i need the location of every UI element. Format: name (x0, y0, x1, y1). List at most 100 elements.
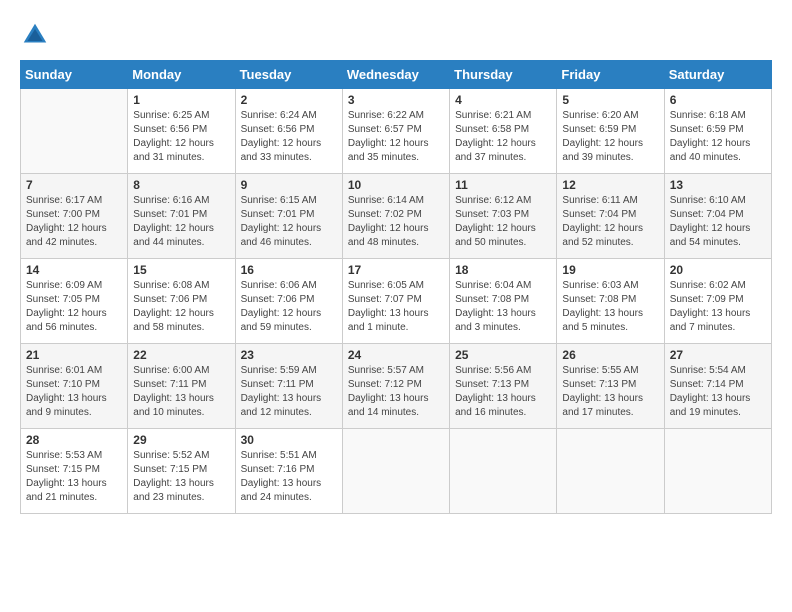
calendar-cell: 15 Sunrise: 6:08 AMSunset: 7:06 PMDayligh… (128, 259, 235, 344)
day-info: Sunrise: 5:59 AMSunset: 7:11 PMDaylight:… (241, 364, 337, 420)
day-number: 30 (241, 433, 337, 447)
day-number: 5 (562, 93, 658, 107)
calendar-cell: 14 Sunrise: 6:09 AMSunset: 7:05 PMDayligh… (21, 259, 128, 344)
day-number: 27 (670, 348, 766, 362)
day-number: 22 (133, 348, 229, 362)
day-info: Sunrise: 6:03 AMSunset: 7:08 PMDaylight:… (562, 279, 658, 335)
day-number: 3 (348, 93, 444, 107)
calendar-table: SundayMondayTuesdayWednesdayThursdayFrid… (20, 60, 772, 514)
calendar-cell: 8 Sunrise: 6:16 AMSunset: 7:01 PMDaylight… (128, 174, 235, 259)
calendar-cell: 9 Sunrise: 6:15 AMSunset: 7:01 PMDaylight… (235, 174, 342, 259)
header-day: Sunday (21, 61, 128, 89)
day-number: 2 (241, 93, 337, 107)
calendar-header: SundayMondayTuesdayWednesdayThursdayFrid… (21, 61, 772, 89)
day-info: Sunrise: 6:05 AMSunset: 7:07 PMDaylight:… (348, 279, 444, 335)
day-info: Sunrise: 6:14 AMSunset: 7:02 PMDaylight:… (348, 194, 444, 250)
day-number: 8 (133, 178, 229, 192)
day-info: Sunrise: 6:10 AMSunset: 7:04 PMDaylight:… (670, 194, 766, 250)
calendar-cell: 13Sunrise: 6:10 AMSunset: 7:04 PMDayligh… (664, 174, 771, 259)
calendar-cell: 24Sunrise: 5:57 AMSunset: 7:12 PMDayligh… (342, 344, 449, 429)
calendar-week-row: 28 Sunrise: 5:53 AMSunset: 7:15 PMDayligh… (21, 429, 772, 514)
calendar-cell (21, 89, 128, 174)
day-number: 16 (241, 263, 337, 277)
day-info: Sunrise: 5:53 AMSunset: 7:15 PMDaylight:… (26, 449, 122, 505)
day-info: Sunrise: 6:01 AMSunset: 7:10 PMDaylight:… (26, 364, 122, 420)
calendar-cell: 27Sunrise: 5:54 AMSunset: 7:14 PMDayligh… (664, 344, 771, 429)
calendar-cell: 10 Sunrise: 6:14 AMSunset: 7:02 PMDayligh… (342, 174, 449, 259)
calendar-cell (664, 429, 771, 514)
day-number: 29 (133, 433, 229, 447)
calendar-week-row: 1Sunrise: 6:25 AMSunset: 6:56 PMDaylight… (21, 89, 772, 174)
day-number: 19 (562, 263, 658, 277)
calendar-week-row: 21Sunrise: 6:01 AMSunset: 7:10 PMDayligh… (21, 344, 772, 429)
day-info: Sunrise: 6:15 AMSunset: 7:01 PMDaylight:… (241, 194, 337, 250)
calendar-cell: 17 Sunrise: 6:05 AMSunset: 7:07 PMDayligh… (342, 259, 449, 344)
day-info: Sunrise: 6:25 AMSunset: 6:56 PMDaylight:… (133, 109, 229, 165)
day-number: 10 (348, 178, 444, 192)
day-info: Sunrise: 6:11 AMSunset: 7:04 PMDaylight:… (562, 194, 658, 250)
calendar-cell: 12 Sunrise: 6:11 AMSunset: 7:04 PMDayligh… (557, 174, 664, 259)
day-info: Sunrise: 6:16 AMSunset: 7:01 PMDaylight:… (133, 194, 229, 250)
calendar-cell: 30 Sunrise: 5:51 AMSunset: 7:16 PMDayligh… (235, 429, 342, 514)
day-number: 11 (455, 178, 551, 192)
day-number: 17 (348, 263, 444, 277)
day-info: Sunrise: 6:09 AMSunset: 7:05 PMDaylight:… (26, 279, 122, 335)
day-info: Sunrise: 5:56 AMSunset: 7:13 PMDaylight:… (455, 364, 551, 420)
day-info: Sunrise: 6:18 AMSunset: 6:59 PMDaylight:… (670, 109, 766, 165)
day-number: 12 (562, 178, 658, 192)
calendar-cell: 16 Sunrise: 6:06 AMSunset: 7:06 PMDayligh… (235, 259, 342, 344)
day-info: Sunrise: 6:02 AMSunset: 7:09 PMDaylight:… (670, 279, 766, 335)
day-info: Sunrise: 5:57 AMSunset: 7:12 PMDaylight:… (348, 364, 444, 420)
day-number: 28 (26, 433, 122, 447)
day-info: Sunrise: 6:08 AMSunset: 7:06 PMDaylight:… (133, 279, 229, 335)
calendar-cell: 19 Sunrise: 6:03 AMSunset: 7:08 PMDayligh… (557, 259, 664, 344)
logo-icon (20, 20, 50, 50)
day-number: 9 (241, 178, 337, 192)
header-day: Wednesday (342, 61, 449, 89)
day-info: Sunrise: 6:21 AMSunset: 6:58 PMDaylight:… (455, 109, 551, 165)
day-info: Sunrise: 6:17 AMSunset: 7:00 PMDaylight:… (26, 194, 122, 250)
calendar-cell: 20Sunrise: 6:02 AMSunset: 7:09 PMDayligh… (664, 259, 771, 344)
header-row: SundayMondayTuesdayWednesdayThursdayFrid… (21, 61, 772, 89)
day-info: Sunrise: 6:24 AMSunset: 6:56 PMDaylight:… (241, 109, 337, 165)
calendar-cell: 5 Sunrise: 6:20 AMSunset: 6:59 PMDaylight… (557, 89, 664, 174)
day-info: Sunrise: 5:52 AMSunset: 7:15 PMDaylight:… (133, 449, 229, 505)
day-info: Sunrise: 6:20 AMSunset: 6:59 PMDaylight:… (562, 109, 658, 165)
calendar-cell: 6Sunrise: 6:18 AMSunset: 6:59 PMDaylight… (664, 89, 771, 174)
calendar-cell: 29 Sunrise: 5:52 AMSunset: 7:15 PMDayligh… (128, 429, 235, 514)
day-number: 15 (133, 263, 229, 277)
header-day: Friday (557, 61, 664, 89)
day-number: 25 (455, 348, 551, 362)
calendar-cell (450, 429, 557, 514)
day-info: Sunrise: 6:00 AMSunset: 7:11 PMDaylight:… (133, 364, 229, 420)
calendar-cell: 21Sunrise: 6:01 AMSunset: 7:10 PMDayligh… (21, 344, 128, 429)
day-number: 18 (455, 263, 551, 277)
calendar-cell: 28 Sunrise: 5:53 AMSunset: 7:15 PMDayligh… (21, 429, 128, 514)
calendar-cell: 7Sunrise: 6:17 AMSunset: 7:00 PMDaylight… (21, 174, 128, 259)
logo (20, 20, 56, 50)
calendar-cell: 2 Sunrise: 6:24 AMSunset: 6:56 PMDaylight… (235, 89, 342, 174)
header-day: Monday (128, 61, 235, 89)
day-info: Sunrise: 6:06 AMSunset: 7:06 PMDaylight:… (241, 279, 337, 335)
header-day: Saturday (664, 61, 771, 89)
calendar-cell (342, 429, 449, 514)
day-info: Sunrise: 5:55 AMSunset: 7:13 PMDaylight:… (562, 364, 658, 420)
calendar-cell: 11 Sunrise: 6:12 AMSunset: 7:03 PMDayligh… (450, 174, 557, 259)
calendar-week-row: 14 Sunrise: 6:09 AMSunset: 7:05 PMDayligh… (21, 259, 772, 344)
day-info: Sunrise: 6:12 AMSunset: 7:03 PMDaylight:… (455, 194, 551, 250)
calendar-week-row: 7Sunrise: 6:17 AMSunset: 7:00 PMDaylight… (21, 174, 772, 259)
calendar-cell: 3 Sunrise: 6:22 AMSunset: 6:57 PMDaylight… (342, 89, 449, 174)
day-number: 14 (26, 263, 122, 277)
day-info: Sunrise: 6:04 AMSunset: 7:08 PMDaylight:… (455, 279, 551, 335)
day-info: Sunrise: 5:51 AMSunset: 7:16 PMDaylight:… (241, 449, 337, 505)
calendar-cell (557, 429, 664, 514)
calendar-cell: 22 Sunrise: 6:00 AMSunset: 7:11 PMDayligh… (128, 344, 235, 429)
calendar-cell: 26 Sunrise: 5:55 AMSunset: 7:13 PMDayligh… (557, 344, 664, 429)
day-number: 26 (562, 348, 658, 362)
page-header (20, 20, 772, 50)
calendar-body: 1Sunrise: 6:25 AMSunset: 6:56 PMDaylight… (21, 89, 772, 514)
calendar-cell: 23Sunrise: 5:59 AMSunset: 7:11 PMDayligh… (235, 344, 342, 429)
day-info: Sunrise: 6:22 AMSunset: 6:57 PMDaylight:… (348, 109, 444, 165)
day-number: 4 (455, 93, 551, 107)
calendar-cell: 25 Sunrise: 5:56 AMSunset: 7:13 PMDayligh… (450, 344, 557, 429)
